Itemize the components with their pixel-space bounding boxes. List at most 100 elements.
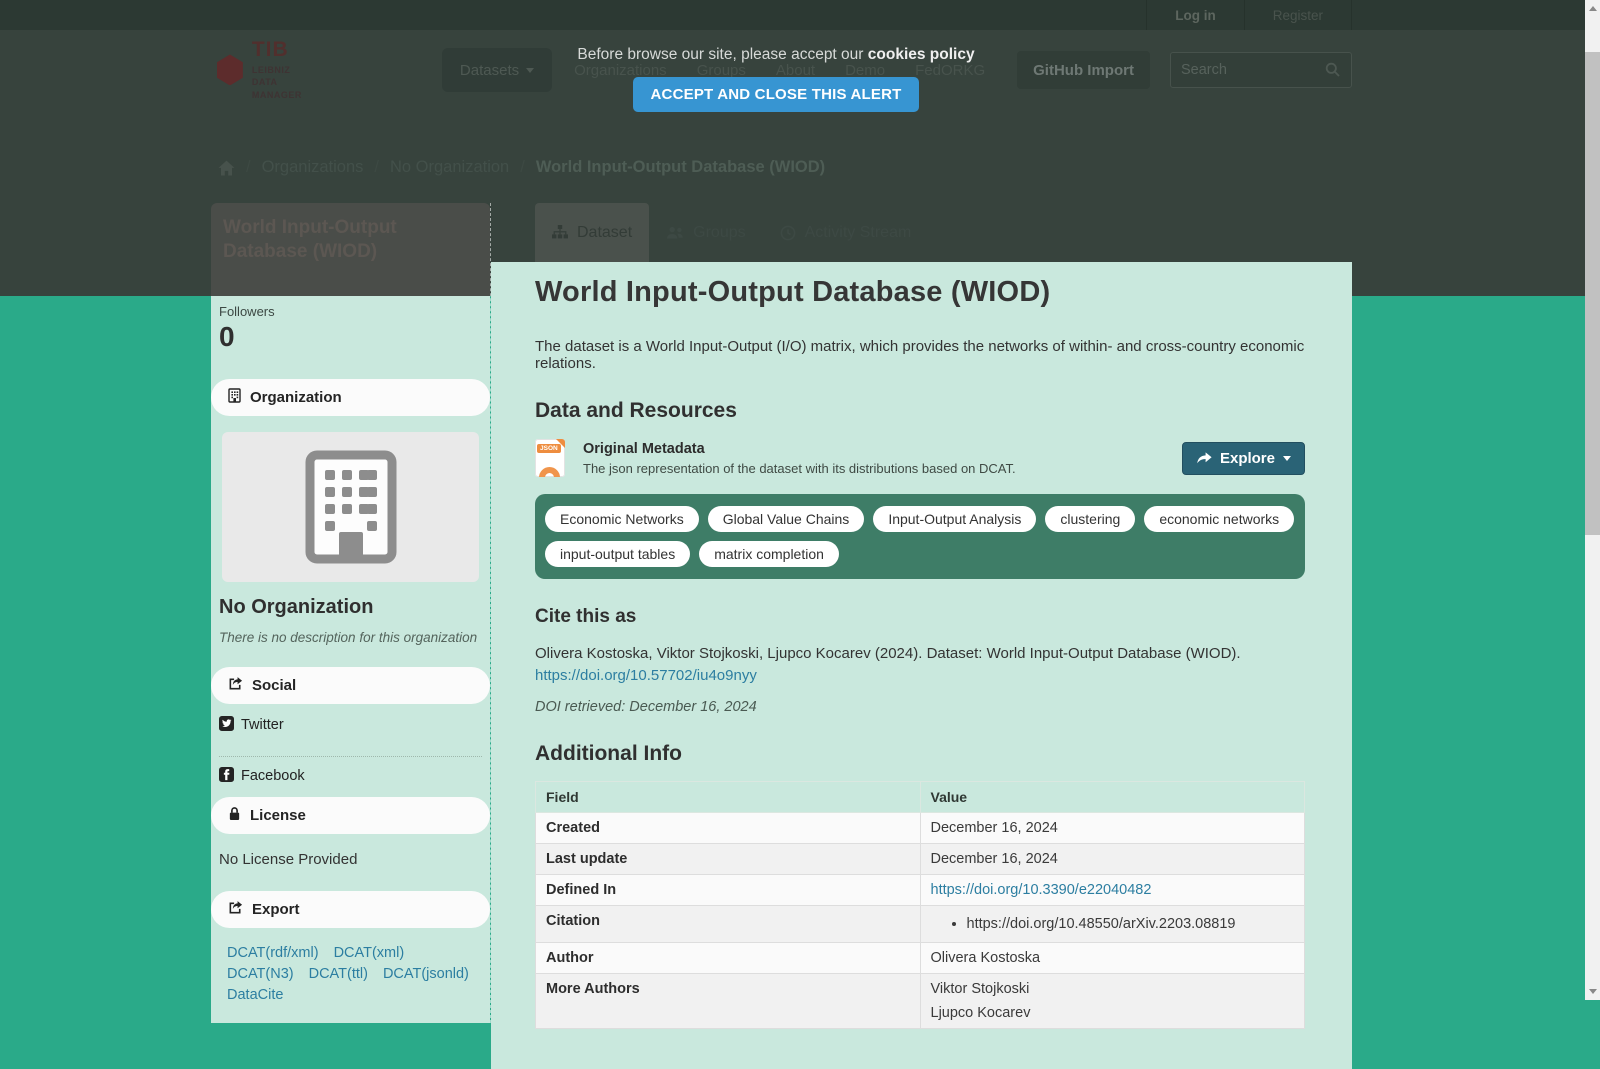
- tag-pill[interactable]: Input-Output Analysis: [873, 506, 1037, 532]
- export-section-header: Export: [211, 890, 490, 928]
- search-icon[interactable]: [1325, 62, 1341, 78]
- facebook-icon: [219, 766, 234, 786]
- table-row: Created December 16, 2024: [535, 812, 1305, 844]
- breadcrumb-separator: /: [374, 158, 379, 176]
- building-icon: [228, 388, 241, 407]
- breadcrumb-items: / Organizations / No Organization / World Inp…: [235, 158, 825, 177]
- tag-pill[interactable]: Global Value Chains: [707, 506, 865, 532]
- table-row: Last update December 16, 2024: [535, 843, 1305, 875]
- tib-logo-icon: [217, 54, 243, 86]
- page-title: World Input-Output Database (WIOD): [535, 276, 1051, 308]
- field-cell: Defined In: [535, 874, 921, 906]
- doi-retrieved-note: DOI retrieved: December 16, 2024: [535, 699, 757, 715]
- tags-container: Economic Networks Global Value Chains Inpu…: [535, 494, 1305, 579]
- breadcrumb: / Organizations / No Organization / World Inp…: [218, 158, 825, 177]
- tab-dataset[interactable]: Dataset: [535, 203, 650, 262]
- breadcrumb-separator: /: [246, 158, 251, 176]
- export-link[interactable]: DCAT(N3): [227, 966, 294, 982]
- home-icon[interactable]: [218, 160, 235, 176]
- accept-cookies-button[interactable]: ACCEPT AND CLOSE THIS ALERT: [632, 77, 920, 112]
- followers-label: Followers: [219, 304, 275, 319]
- breadcrumb-item[interactable]: No Organization: [390, 158, 509, 176]
- sidebar: World Input-Output Database (WIOD) Follo…: [203, 203, 490, 1023]
- table-row: More Authors Viktor Stojkoski Ljupco Kocar…: [535, 973, 1305, 1029]
- search-box[interactable]: [1169, 52, 1352, 88]
- register-link[interactable]: Register: [1243, 0, 1352, 30]
- tabs: Dataset Groups Activity Stream: [491, 203, 1352, 262]
- brand-abbr: TIB: [251, 38, 289, 62]
- share-icon: [228, 900, 243, 919]
- cookies-policy-link[interactable]: cookies policy: [868, 46, 975, 63]
- scrollbar-thumb[interactable]: [1585, 52, 1600, 535]
- export-link[interactable]: DCAT(jsonld): [383, 966, 469, 982]
- export-link[interactable]: DCAT(xml): [334, 945, 405, 961]
- column-header-field: Field: [535, 781, 921, 813]
- export-link[interactable]: DCAT(ttl): [309, 966, 368, 982]
- field-cell: Citation: [535, 905, 921, 943]
- github-import-button[interactable]: GitHub Import: [1017, 51, 1150, 89]
- users-icon: [667, 226, 683, 239]
- dataset-description: The dataset is a World Input-Output (I/O…: [535, 338, 1305, 372]
- export-link[interactable]: DataCite: [227, 987, 283, 1003]
- tag-pill[interactable]: economic networks: [1144, 506, 1295, 532]
- lock-icon: [228, 806, 241, 825]
- tab-activity-stream[interactable]: Activity Stream: [763, 203, 929, 262]
- twitter-link[interactable]: Twitter: [219, 715, 482, 744]
- field-cell: Author: [535, 942, 921, 974]
- facebook-link[interactable]: Facebook: [219, 755, 482, 795]
- scroll-up-button[interactable]: [1585, 0, 1600, 17]
- forward-arrow-icon: [1197, 451, 1212, 463]
- social-section-header: Social: [211, 666, 490, 704]
- field-cell: More Authors: [535, 973, 921, 1029]
- followers-count: 0: [219, 321, 235, 352]
- table-row: Defined In https://doi.org/10.3390/e22040…: [535, 874, 1305, 906]
- chevron-down-icon: [1283, 455, 1291, 461]
- doi-link[interactable]: https://doi.org/10.57702/iu4o9nyy: [535, 667, 757, 684]
- tag-pill[interactable]: input-output tables: [545, 541, 691, 567]
- citation-text: Olivera Kostoska, Viktor Stojkoski, Ljup…: [535, 645, 1241, 684]
- search-input[interactable]: [1180, 62, 1325, 78]
- scroll-down-button[interactable]: [1585, 983, 1600, 1000]
- field-cell: Last update: [535, 843, 921, 875]
- sidebar-dataset-title: World Input-Output Database (WIOD): [211, 203, 490, 296]
- value-cell: Viktor Stojkoski Ljupco Kocarev: [919, 973, 1305, 1029]
- cookie-message: Before browse our site, please accept ou…: [577, 46, 975, 63]
- breadcrumb-item[interactable]: World Input-Output Database (WIOD): [536, 158, 825, 176]
- value-cell: December 16, 2024: [919, 812, 1305, 844]
- content-container: World Input-Output Database (WIOD) Follo…: [203, 203, 1352, 1069]
- tab-groups[interactable]: Groups: [649, 203, 762, 262]
- share-icon: [228, 676, 243, 695]
- value-cell: https://doi.org/10.48550/arXiv.2203.0881…: [919, 905, 1305, 943]
- followers-block: Followers 0: [211, 302, 490, 353]
- site-logo[interactable]: TIB LEIBNIZ DATA MANAGER: [217, 39, 314, 100]
- field-cell: Created: [535, 812, 921, 844]
- cookie-alert: Before browse our site, please accept ou…: [516, 46, 1036, 112]
- export-links: DCAT(rdf/xml) DCAT(xml) DCAT(N3) DCAT(ttl) D…: [227, 945, 476, 1003]
- value-cell: https://doi.org/10.3390/e22040482: [919, 874, 1305, 906]
- organization-section-header: Organization: [211, 379, 490, 416]
- resource-name-link[interactable]: Original Metadata: [583, 441, 1016, 457]
- citation-list-item: https://doi.org/10.48550/arXiv.2203.0881…: [967, 916, 1295, 932]
- license-section-header: License: [211, 796, 490, 834]
- sitemap-icon: [552, 225, 568, 239]
- tag-pill[interactable]: clustering: [1045, 506, 1136, 532]
- tag-pill[interactable]: Economic Networks: [545, 506, 699, 532]
- main-content: Dataset Groups Activity Stream World Inp…: [490, 203, 1352, 1069]
- login-link[interactable]: Log in: [1146, 0, 1244, 30]
- account-bar: Log in Register: [0, 0, 1600, 30]
- value-link[interactable]: https://doi.org/10.3390/e22040482: [931, 882, 1152, 898]
- additional-info-tbody: Created December 16, 2024 Last update Decem…: [535, 812, 1305, 1029]
- export-link[interactable]: DCAT(rdf/xml): [227, 945, 319, 961]
- tag-pill[interactable]: matrix completion: [699, 541, 839, 567]
- license-value: No License Provided: [219, 850, 358, 868]
- column-header-value: Value: [919, 781, 1305, 813]
- breadcrumb-item[interactable]: Organizations: [262, 158, 364, 176]
- data-and-resources-heading: Data and Resources: [535, 399, 737, 422]
- resource-item[interactable]: JSON Original Metadata The json represen…: [535, 439, 1305, 477]
- organization-description: There is no description for this organiz…: [219, 630, 478, 645]
- value-cell: Olivera Kostoska: [919, 942, 1305, 974]
- vertical-scrollbar[interactable]: [1585, 0, 1600, 1000]
- cite-heading: Cite this as: [535, 606, 637, 627]
- organization-name[interactable]: No Organization: [219, 596, 482, 619]
- explore-button[interactable]: Explore: [1181, 441, 1305, 475]
